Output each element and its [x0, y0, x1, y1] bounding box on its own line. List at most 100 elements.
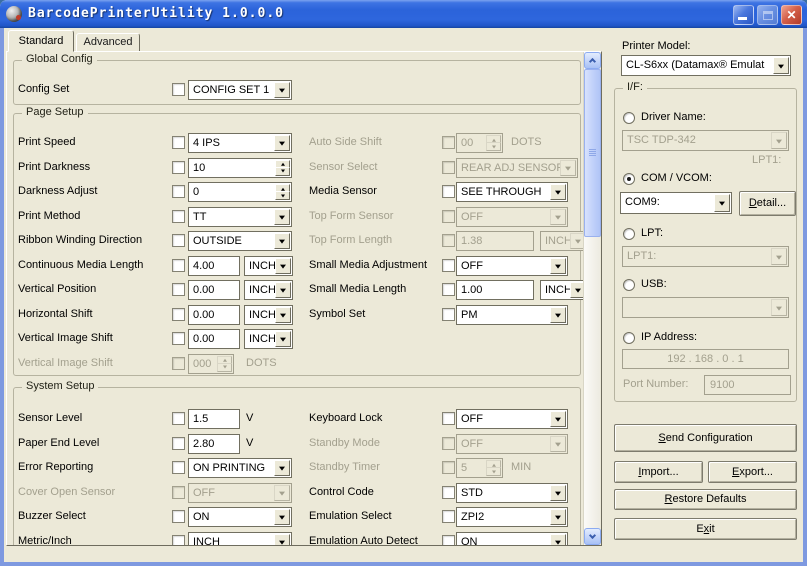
scroll-down-button[interactable]	[584, 528, 601, 545]
driver-port-label: LPT1:	[752, 154, 781, 166]
config-set-value: CONFIG SET 1	[193, 84, 269, 96]
symbol-set-checkbox[interactable]	[442, 308, 455, 321]
vertical-image-shift-value: 0.00	[193, 333, 214, 345]
send-configuration-button[interactable]: Send Configuration	[614, 424, 797, 452]
control-code-label: Control Code	[309, 486, 374, 498]
symbol-set-dropdown-button[interactable]	[550, 307, 566, 323]
standby-mode-dropdown: OFF	[456, 434, 568, 454]
small-media-length-checkbox[interactable]	[442, 283, 455, 296]
small-media-length-label: Small Media Length	[309, 283, 406, 295]
symbol-set-dropdown[interactable]: PM	[456, 305, 568, 325]
vertical-image-shift-spinner: 000	[188, 354, 234, 374]
emulation-auto-detect-checkbox[interactable]	[442, 535, 455, 547]
top-form-length-unit-dropdown: INCH	[540, 231, 588, 251]
config-set-dropdown-button[interactable]	[274, 82, 290, 98]
usb-dropdown-button	[771, 299, 787, 316]
export-button-label: Export...	[732, 462, 773, 482]
emulation-select-checkbox[interactable]	[442, 510, 455, 523]
small-media-adjustment-dropdown[interactable]: OFF	[456, 256, 568, 276]
page-setup-group-title: Page Setup	[22, 106, 88, 118]
row-config-set: Config Set CONFIG SET 1	[14, 79, 580, 104]
standby-mode-value: OFF	[461, 438, 483, 450]
standby-timer-spin-down-button	[486, 467, 501, 476]
control-code-checkbox[interactable]	[442, 486, 455, 499]
chevron-down-icon	[589, 532, 596, 539]
dropdown-arrow-icon	[555, 418, 561, 422]
com-vcom-radio[interactable]	[623, 173, 635, 185]
keyboard-lock-label: Keyboard Lock	[309, 412, 382, 424]
tab-standard-label: Standard	[19, 35, 64, 47]
media-sensor-dropdown-button[interactable]	[550, 184, 566, 200]
printer-model-dropdown[interactable]: CL-S6xx (Datamax® Emulat	[621, 55, 791, 76]
small-media-adjustment-dropdown-button[interactable]	[550, 258, 566, 274]
driver-name-dropdown-button	[771, 132, 787, 149]
vertical-image-shift-label: Vertical Image Shift	[18, 332, 113, 344]
import-button[interactable]: Import...	[614, 461, 703, 483]
small-media-adjustment-checkbox[interactable]	[442, 259, 455, 272]
lpt-radio-label[interactable]: LPT:	[641, 227, 663, 239]
emulation-select-label: Emulation Select	[309, 510, 392, 522]
restore-defaults-button[interactable]: Restore Defaults	[614, 489, 797, 510]
vertical-scrollbar[interactable]	[583, 52, 600, 545]
small-media-length-unit-dropdown[interactable]: INCH	[540, 280, 588, 300]
row-emulation-select: Emulation Select ZPI2	[14, 506, 580, 531]
keyboard-lock-dropdown-button[interactable]	[550, 411, 566, 427]
media-sensor-dropdown[interactable]: SEE THROUGH	[456, 182, 568, 202]
vertical-image-shift-unit-dropdown[interactable]: INCH	[244, 329, 293, 349]
printer-model-dropdown-button[interactable]	[773, 57, 789, 74]
ip-address-radio[interactable]	[623, 332, 635, 344]
emulation-select-dropdown-button[interactable]	[550, 509, 566, 525]
com-vcom-radio-label[interactable]: COM / VCOM:	[641, 172, 712, 184]
config-set-checkbox[interactable]	[172, 83, 185, 96]
usb-radio-label[interactable]: USB:	[641, 278, 667, 290]
minimize-button[interactable]	[733, 5, 754, 25]
spinner-up-icon	[223, 359, 227, 362]
control-code-dropdown-button[interactable]	[550, 485, 566, 501]
scroll-up-button[interactable]	[584, 52, 601, 69]
auto-side-shift-value: 00	[461, 137, 473, 149]
emulation-auto-detect-dropdown-button[interactable]	[550, 534, 566, 547]
vertical-image-shift-unit-value: INCH	[249, 333, 276, 345]
config-set-label: Config Set	[18, 83, 69, 95]
ip-address-radio-label[interactable]: IP Address:	[641, 331, 697, 343]
tab-advanced[interactable]: Advanced	[76, 33, 140, 52]
detail-button[interactable]: Detail...	[739, 191, 796, 216]
config-set-dropdown[interactable]: CONFIG SET 1	[188, 80, 292, 100]
com-port-dropdown[interactable]: COM9:	[620, 192, 732, 214]
vertical-image-shift-field[interactable]: 0.00	[188, 329, 240, 349]
control-code-value: STD	[461, 487, 483, 499]
media-sensor-checkbox[interactable]	[442, 185, 455, 198]
dropdown-arrow-icon	[555, 191, 561, 195]
control-code-dropdown[interactable]: STD	[456, 483, 568, 503]
sensor-select-label: Sensor Select	[309, 161, 377, 173]
emulation-auto-detect-value: ON	[461, 536, 478, 547]
row-sensor-select: Sensor Select REAR ADJ SENSOR	[14, 157, 580, 182]
vertical-image-shift-checkbox[interactable]	[172, 332, 185, 345]
close-button[interactable]: ✕	[781, 5, 802, 25]
standby-mode-dropdown-button	[550, 436, 566, 452]
spinner-up-icon	[492, 138, 496, 141]
emulation-select-dropdown[interactable]: ZPI2	[456, 507, 568, 527]
driver-name-radio-label[interactable]: Driver Name:	[641, 111, 706, 123]
small-media-length-unit-value: INCH	[545, 284, 572, 296]
emulation-auto-detect-dropdown[interactable]: ON	[456, 532, 568, 547]
standby-mode-label: Standby Mode	[309, 437, 380, 449]
row-symbol-set: Symbol SetPM	[14, 304, 580, 329]
emulation-auto-detect-label: Emulation Auto Detect	[309, 535, 418, 547]
sensor-select-value: REAR ADJ SENSOR	[461, 162, 564, 174]
small-media-length-field[interactable]: 1.00	[456, 280, 534, 300]
keyboard-lock-dropdown[interactable]: OFF	[456, 409, 568, 429]
driver-name-radio[interactable]	[623, 112, 635, 124]
exit-button[interactable]: Exit	[614, 518, 797, 540]
keyboard-lock-checkbox[interactable]	[442, 412, 455, 425]
titlebar[interactable]: BarcodePrinterUtility 1.0.0.0 ✕	[0, 0, 807, 28]
lpt-radio[interactable]	[623, 228, 635, 240]
scroll-thumb[interactable]	[584, 69, 601, 237]
tab-standard[interactable]: Standard	[8, 30, 74, 52]
vertical-image-shift-unit-dropdown-button[interactable]	[275, 331, 291, 347]
detail-button-label: Detail...	[749, 192, 786, 215]
media-sensor-label: Media Sensor	[309, 185, 377, 197]
com-port-dropdown-button[interactable]	[714, 194, 730, 212]
usb-radio[interactable]	[623, 279, 635, 291]
export-button[interactable]: Export...	[708, 461, 797, 483]
